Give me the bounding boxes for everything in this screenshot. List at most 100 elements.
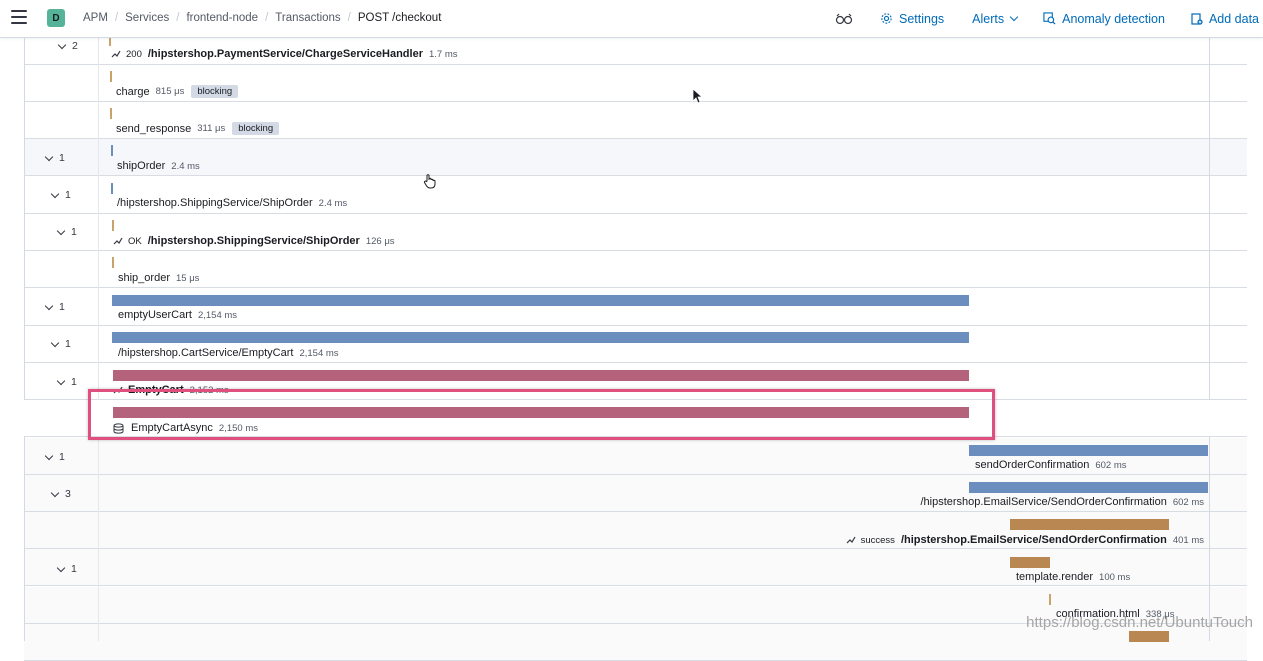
span-bar [112, 220, 114, 231]
chevron-down-icon [56, 376, 66, 385]
span-duration: 2.4 ms [171, 160, 200, 172]
span-name: /hipstershop.EmailService/SendOrderConfi… [920, 496, 1167, 508]
chevron-down-icon [1009, 12, 1019, 21]
span-label[interactable]: OK /hipstershop.ShippingService/ShipOrde… [113, 235, 395, 247]
span-duration: 2,154 ms [299, 347, 339, 359]
span-name: ship_order [118, 272, 170, 284]
span-bar [112, 332, 969, 343]
span-duration: 1.7 ms [428, 48, 458, 60]
waterfall-indent-guide [98, 37, 99, 641]
row-toggle[interactable]: 1 [44, 152, 65, 164]
breadcrumb-transactions[interactable]: Transactions [275, 12, 340, 24]
span-name: template.render [1016, 571, 1094, 583]
span-label[interactable]: /hipstershop.EmailService/SendOrderConfi… [920, 496, 1204, 508]
glasses-icon[interactable] [834, 11, 854, 27]
space-avatar[interactable]: D [47, 9, 65, 27]
row-toggle[interactable]: 1 [56, 376, 77, 388]
chevron-down-icon [50, 488, 60, 497]
breadcrumb-separator: / [347, 12, 351, 24]
span-label[interactable]: emptyUserCart 2,154 ms [118, 309, 237, 321]
row-toggle[interactable]: 1 [50, 189, 71, 201]
span-name: EmptyCart [128, 384, 184, 396]
span-label[interactable]: shipOrder 2.4 ms [117, 160, 200, 172]
status-code: OK [128, 235, 142, 247]
transaction-icon [846, 535, 856, 545]
span-bar [112, 295, 969, 306]
status-code: success [860, 534, 895, 546]
span-label[interactable]: sendOrderConfirmation 602 ms [975, 459, 1127, 471]
span-label[interactable]: /hipstershop.CartService/EmptyCart 2,154… [118, 347, 339, 359]
waterfall-row[interactable] [24, 139, 1247, 176]
waterfall-left-border [24, 37, 25, 641]
add-data-link[interactable]: Add data [1191, 12, 1259, 26]
span-name: /hipstershop.EmailService/SendOrderConfi… [900, 534, 1167, 546]
span-bar [969, 482, 1208, 493]
waterfall-row[interactable] [24, 251, 1247, 288]
settings-label: Settings [898, 11, 945, 26]
span-duration: 2,150 ms [218, 422, 258, 434]
span-label[interactable]: send_response 311 μs blocking [116, 122, 280, 135]
row-toggle[interactable]: 1 [56, 226, 77, 238]
mouse-pointer-icon [692, 88, 704, 109]
span-name: sendOrderConfirmation [975, 459, 1090, 471]
span-name: emptyUserCart [118, 309, 192, 321]
chevron-down-icon [56, 563, 66, 572]
span-label[interactable]: ship_order 15 μs [118, 272, 199, 284]
span-duration: 100 ms [1099, 571, 1131, 583]
breadcrumb-service[interactable]: frontend-node [186, 12, 258, 24]
row-toggle[interactable]: 2 [57, 40, 78, 52]
span-name: EmptyCartAsync [131, 422, 213, 434]
waterfall-timeline-end [1209, 37, 1210, 641]
chevron-down-icon [44, 152, 54, 161]
child-count: 1 [71, 376, 77, 388]
alerts-label: Alerts [972, 11, 1005, 26]
span-label[interactable]: success /hipstershop.EmailService/SendOr… [846, 534, 1204, 546]
span-label[interactable]: template.render 100 ms [1016, 571, 1130, 583]
row-toggle[interactable]: 1 [44, 301, 65, 313]
span-bar [113, 370, 969, 381]
blocking-badge: blocking [191, 85, 239, 98]
chevron-down-icon [57, 40, 67, 49]
span-bar [110, 71, 112, 82]
breadcrumb-services[interactable]: Services [125, 12, 169, 24]
breadcrumb-apm[interactable]: APM [83, 12, 108, 24]
row-toggle[interactable]: 3 [50, 488, 71, 500]
span-duration: 126 μs [365, 235, 395, 247]
span-name: /hipstershop.PaymentService/ChargeServic… [147, 48, 423, 60]
breadcrumb-current: POST /checkout [357, 12, 442, 24]
span-label[interactable]: /hipstershop.ShippingService/ShipOrder 2… [117, 197, 347, 209]
span-name: /hipstershop.ShippingService/ShipOrder [117, 197, 313, 209]
blocking-badge: blocking [232, 122, 280, 135]
anomaly-detection-link[interactable]: Anomaly detection [1043, 12, 1165, 26]
row-toggle[interactable]: 1 [56, 563, 77, 575]
settings-link[interactable]: Settings [880, 12, 944, 26]
span-label[interactable]: 200 /hipstershop.PaymentService/ChargeSe… [111, 48, 458, 60]
watermark: https://blog.csdn.net/UbuntuTouch [1026, 614, 1253, 631]
span-name: /hipstershop.CartService/EmptyCart [118, 347, 294, 359]
chevron-down-icon [50, 189, 60, 198]
span-label[interactable]: EmptyCartAsync 2,150 ms [113, 422, 258, 434]
span-label[interactable]: charge 815 μs blocking [116, 85, 239, 98]
breadcrumb-separator: / [176, 12, 180, 24]
chevron-down-icon [44, 301, 54, 310]
span-name: shipOrder [117, 160, 166, 172]
row-toggle[interactable]: 1 [44, 451, 65, 463]
child-count: 3 [65, 488, 71, 500]
hamburger-menu-icon[interactable] [11, 10, 27, 24]
span-bar [1129, 631, 1169, 642]
span-bar [111, 183, 113, 194]
span-name: charge [116, 85, 150, 98]
span-duration: 815 μs [155, 86, 185, 97]
span-bar [112, 257, 114, 268]
row-toggle[interactable]: 1 [50, 338, 71, 350]
span-duration: 15 μs [175, 272, 200, 284]
span-label[interactable]: EmptyCart 2,152 ms [113, 384, 229, 396]
alerts-dropdown[interactable]: Alerts [972, 11, 1019, 26]
transaction-icon [113, 385, 123, 395]
add-data-label: Add data [1208, 11, 1259, 26]
span-bar [1010, 519, 1169, 530]
breadcrumb-separator: / [265, 12, 269, 24]
chevron-down-icon [44, 451, 54, 460]
span-duration: 602 ms [1095, 459, 1127, 471]
database-icon [113, 422, 124, 434]
